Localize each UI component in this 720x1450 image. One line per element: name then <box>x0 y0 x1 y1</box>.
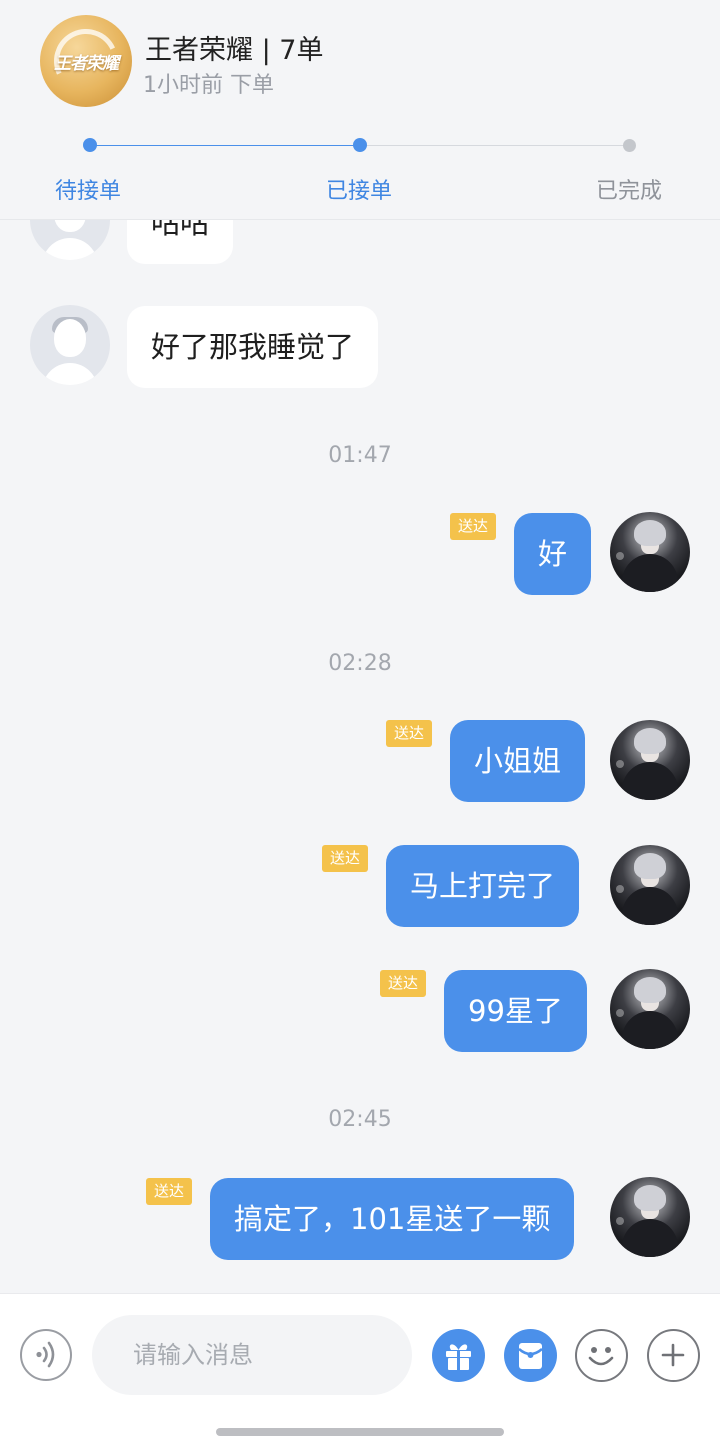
plus-icon <box>661 1343 685 1367</box>
gift-button[interactable] <box>432 1329 485 1382</box>
my-avatar[interactable] <box>610 720 690 800</box>
delivered-badge: 送达 <box>322 845 369 872</box>
contact-avatar[interactable] <box>30 305 110 385</box>
message-bubble-outgoing[interactable]: 99星了 <box>444 970 587 1052</box>
message-input[interactable] <box>92 1315 412 1395</box>
emoji-icon <box>588 1347 614 1366</box>
more-button[interactable] <box>647 1329 700 1382</box>
message-bubble-incoming[interactable]: 好了那我睡觉了 <box>127 306 379 388</box>
delivered-badge: 送达 <box>146 1178 193 1205</box>
voice-icon <box>36 1341 55 1368</box>
progress-track-completed <box>90 145 360 146</box>
order-header: 王者荣耀 王者荣耀 | 7单 1小时前 下单 待接单 已接单 已完成 <box>0 0 720 220</box>
emoji-button[interactable] <box>575 1329 628 1382</box>
home-indicator[interactable] <box>216 1428 504 1436</box>
delivered-badge: 送达 <box>386 720 433 747</box>
message-bubble-outgoing[interactable]: 小姐姐 <box>450 720 586 802</box>
message-timestamp: 02:28 <box>328 651 392 676</box>
delivered-badge: 送达 <box>450 513 497 540</box>
message-input-bar <box>0 1293 720 1450</box>
step-label-pending-accept: 待接单 <box>55 179 122 204</box>
gift-icon <box>446 1344 471 1370</box>
my-avatar[interactable] <box>610 845 690 925</box>
voice-button[interactable] <box>20 1329 72 1381</box>
logo-text: 王者荣耀 <box>54 54 119 74</box>
step-dot-accepted <box>353 138 367 152</box>
red-packet-button[interactable] <box>504 1329 557 1382</box>
message-bubble-outgoing[interactable]: 马上打完了 <box>386 845 580 927</box>
red-packet-icon <box>518 1343 543 1369</box>
step-label-completed: 已完成 <box>596 179 663 204</box>
message-bubble-outgoing[interactable]: 好 <box>514 513 592 595</box>
my-avatar[interactable] <box>610 1177 690 1257</box>
message-timestamp: 02:45 <box>328 1107 392 1132</box>
delivered-badge: 送达 <box>380 970 427 997</box>
my-avatar[interactable] <box>610 969 690 1049</box>
game-logo[interactable]: 王者荣耀 <box>40 15 132 107</box>
order-title: 王者荣耀 | 7单 <box>145 35 324 66</box>
order-time: 1小时前 下单 <box>143 73 274 98</box>
step-dot-pending-accept <box>83 138 97 152</box>
my-avatar[interactable] <box>610 512 690 592</box>
step-label-accepted: 已接单 <box>326 179 393 204</box>
message-bubble-outgoing[interactable]: 搞定了，101星送了一颗 <box>210 1178 575 1260</box>
progress-track-pending <box>360 145 630 146</box>
message-timestamp: 01:47 <box>328 443 392 468</box>
step-dot-completed <box>623 139 636 152</box>
